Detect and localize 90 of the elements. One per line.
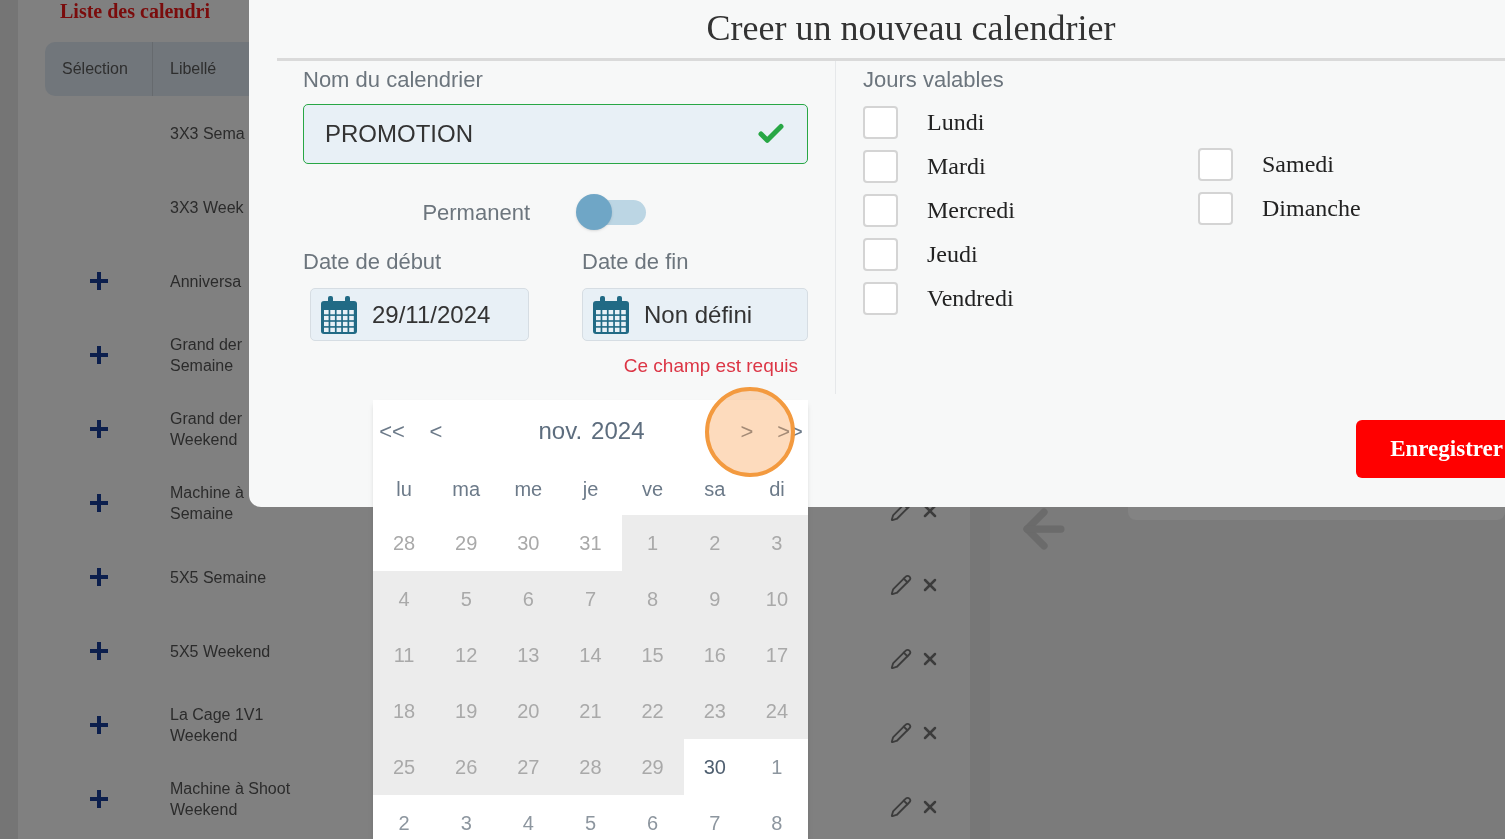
name-field[interactable]: PROMOTION [303,104,808,164]
plus-icon[interactable] [90,272,108,290]
day-cell: 18 [373,683,436,739]
weekday-label: ma [451,476,482,502]
day-cell: 8 [621,571,684,627]
save-button[interactable]: Enregistrer [1356,420,1505,478]
prev-month-button[interactable]: < [418,414,454,448]
field-label: Date de début [303,248,443,276]
checkbox-label: Mercredi [927,196,1015,225]
checkbox-label: Mardi [927,152,986,181]
plus-icon[interactable] [90,790,108,808]
day-cell: 1 [621,515,684,571]
table-cell-text: Anniversa [170,271,242,292]
weekday-label: ve [641,476,665,502]
day-cell: 2 [683,515,746,571]
plus-icon[interactable] [90,420,108,438]
day-cell: 15 [621,627,684,683]
weekday-label: me [513,476,544,502]
day-cell: 26 [435,739,498,795]
day-cell: 5 [435,571,498,627]
day-cell: 20 [497,683,560,739]
column-header[interactable]: Libellé [153,42,234,96]
checkbox[interactable] [1198,191,1233,225]
year-label[interactable]: 2024 [591,413,645,449]
day-cell: 3 [745,515,808,571]
day-cell: 29 [621,739,684,795]
day-cell: 12 [435,627,498,683]
day-cell: 23 [683,683,746,739]
day-cell: 28 [559,739,622,795]
plus-icon[interactable] [90,716,108,734]
table-cell-text: Grand der Semaine [170,335,243,376]
plus-icon[interactable] [90,494,108,512]
plus-icon[interactable] [90,642,108,660]
table-cell-text: Grand der Weekend [170,409,243,450]
table-cell-text: 5X5 Weekend [170,641,271,662]
error-message: Ce champ est requis [622,354,799,378]
checkbox-label: Dimanche [1262,194,1361,223]
checkbox[interactable] [863,193,898,227]
day-cell: 10 [745,571,808,627]
checkbox-label: Vendredi [927,284,1014,313]
table-cell-text: Machine à Shoot Weekend [170,779,291,820]
day-cell: 9 [683,571,746,627]
day-cell: 7 [559,571,622,627]
day-cell: 4 [373,571,436,627]
day-cell: 17 [745,627,808,683]
toggle-label: Permanent [421,198,530,227]
weekday-label: sa [703,476,727,502]
day-cell: 19 [435,683,498,739]
date-field[interactable]: Non défini [582,288,808,341]
checkbox[interactable] [863,149,898,183]
day-cell: 21 [559,683,622,739]
plus-icon[interactable] [90,346,108,364]
calendar-icon [592,294,630,335]
table-cell-text: 5X5 Semaine [170,567,267,588]
field-label: Date de fin [582,248,690,276]
section-label: Jours valables [863,66,1005,94]
field-label: Nom du calendrier [303,66,484,94]
day-cell: 27 [497,739,560,795]
day-cell: 24 [745,683,808,739]
table-cell-text: 3X3 Sema [170,123,245,144]
checkbox-label: Samedi [1262,150,1334,179]
day-cell: 13 [497,627,560,683]
weekday-label: je [581,476,600,502]
table-cell-text: Machine à Semaine [170,483,244,524]
table-cell-text: La Cage 1V1 Weekend [170,705,264,746]
checkbox[interactable] [863,105,898,139]
checkbox[interactable] [863,281,898,315]
day-cell: 14 [559,627,622,683]
day-cell: 16 [683,627,746,683]
column-header[interactable]: Sélection [45,42,153,96]
checkbox-label: Jeudi [927,240,978,269]
day-cell: 11 [373,627,436,683]
checkbox-label: Lundi [927,108,985,137]
month-label[interactable]: nov. [538,413,583,449]
date-field[interactable]: 29/11/2024 [310,288,529,341]
permanent-toggle[interactable] [576,193,646,231]
page-title: Liste des calendri [60,1,210,21]
calendar-icon [320,294,358,335]
checkbox[interactable] [863,237,898,271]
table-cell-text: 3X3 Week [170,197,244,218]
next-month-button[interactable]: > [729,414,765,448]
weekday-label: lu [395,476,413,502]
weekday-label: di [768,476,786,502]
prev-year-button[interactable]: << [374,414,410,448]
modal-title: Creer un nouveau calendrier [706,8,1116,48]
checkbox[interactable] [1198,147,1233,181]
day-cell: 22 [621,683,684,739]
day-cell: 6 [497,571,560,627]
plus-icon[interactable] [90,568,108,586]
day-cell: 25 [373,739,436,795]
